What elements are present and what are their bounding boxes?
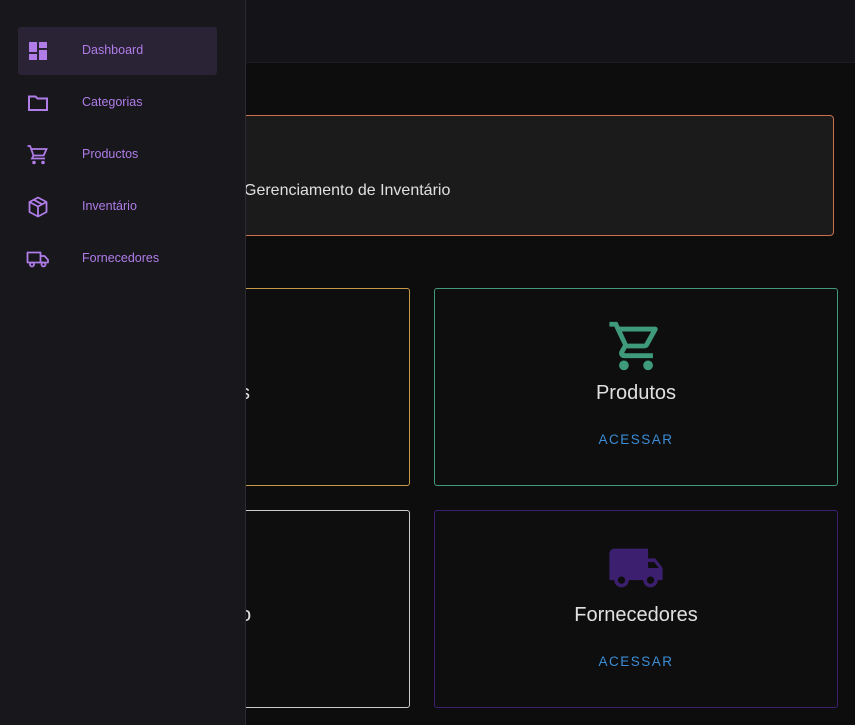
card-fornecedores-title: Fornecedores: [574, 604, 698, 626]
sidebar-item-dashboard[interactable]: Dashboard: [18, 27, 217, 75]
sidebar-item-inventario[interactable]: Inventário: [18, 183, 217, 231]
sidebar-item-label: Dashboard: [82, 43, 144, 57]
dashboard-icon: [26, 39, 50, 63]
sidebar-item-categorias[interactable]: Categorias: [18, 79, 217, 127]
welcome-text: Gerenciamento de Inventário: [244, 182, 451, 199]
fornecedores-access-button[interactable]: ACESSAR: [592, 652, 679, 671]
sidebar-item-productos[interactable]: Productos: [18, 131, 217, 179]
welcome-banner: Gerenciamento de Inventário: [200, 115, 834, 236]
produtos-access-button[interactable]: ACESSAR: [592, 430, 679, 449]
card-categorias-title: s: [240, 382, 409, 405]
card-fornecedores: Fornecedores ACESSAR: [434, 510, 838, 708]
sidebar-item-label: Productos: [82, 147, 139, 161]
truck-icon: [605, 539, 667, 597]
box-icon: [26, 195, 50, 219]
card-produtos: Produtos ACESSAR: [434, 288, 838, 486]
cart-icon: [26, 143, 50, 167]
folder-icon: [26, 91, 50, 115]
card-inventario-title: o: [240, 604, 409, 627]
sidebar-item-label: Categorias: [82, 95, 143, 109]
cart-icon: [605, 317, 667, 375]
card-produtos-title: Produtos: [595, 382, 677, 404]
sidebar-item-label: Inventário: [82, 199, 137, 213]
sidebar-item-fornecedores[interactable]: Fornecedores: [18, 235, 217, 283]
sidebar-item-label: Fornecedores: [82, 251, 160, 265]
truck-icon: [26, 247, 50, 271]
sidebar-drawer: Dashboard Categorias Productos Inventári…: [0, 0, 246, 725]
